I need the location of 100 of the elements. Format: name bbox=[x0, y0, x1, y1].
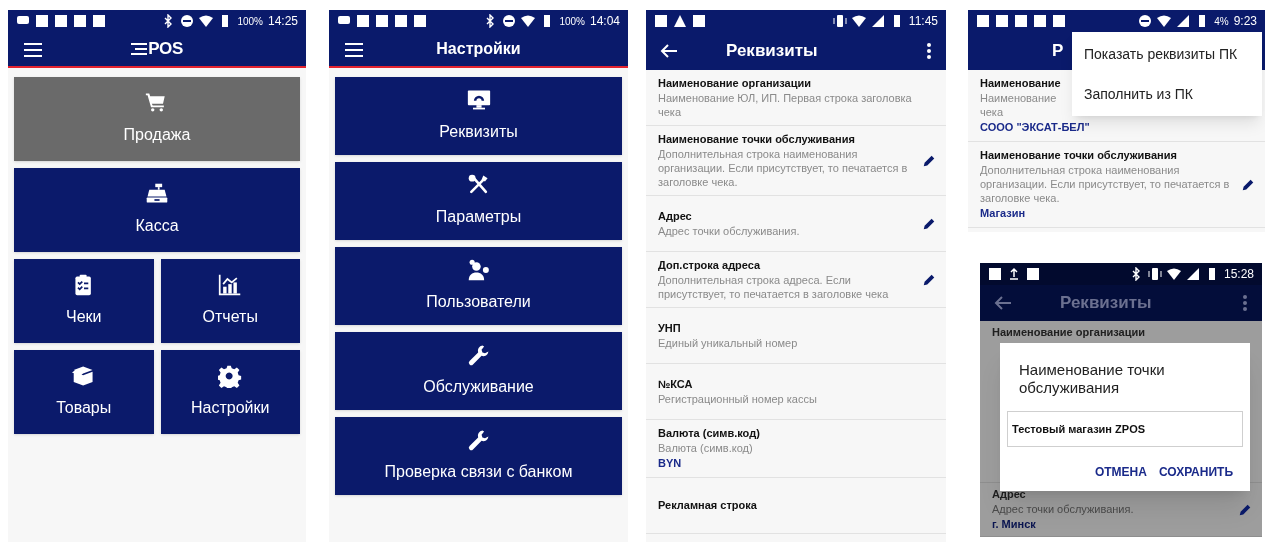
clock-time: 9:23 bbox=[1233, 13, 1257, 30]
notification-icon bbox=[73, 14, 87, 28]
person-gears-icon bbox=[466, 258, 491, 282]
clock-time: 11:45 bbox=[908, 13, 938, 30]
battery-percent: 4% bbox=[1214, 14, 1229, 29]
settings-row[interactable]: №КСА Регистрационный номер кассы bbox=[646, 364, 946, 420]
vibrate-icon bbox=[832, 14, 847, 28]
notification-icon bbox=[35, 14, 49, 28]
notification-icon bbox=[692, 14, 706, 28]
field-title: Рекламная строка bbox=[658, 498, 757, 513]
wrench-icon bbox=[466, 428, 491, 452]
screen-title: Настройки bbox=[436, 39, 521, 59]
field-description: чека bbox=[980, 105, 1004, 119]
dialog-button[interactable]: СОХРАНИТЬ bbox=[1158, 463, 1233, 481]
wrench-icon bbox=[466, 343, 491, 367]
open-box-icon bbox=[71, 364, 96, 388]
clock-time: 14:04 bbox=[589, 13, 620, 30]
settings-row[interactable]: Наименование точки обслуживания Дополнительная строка наименования организации. Если присутствует, то печатается в заголовке чека. Магазин bbox=[968, 142, 1265, 228]
field-description: Дополнительная строка адреса. Если присутствует, то печатается в заголовке чека bbox=[658, 273, 890, 301]
notification-icon bbox=[995, 14, 1009, 28]
gear-icon bbox=[218, 364, 243, 388]
field-description: Адрес точки обслуживания. bbox=[992, 502, 1134, 516]
pencil-icon[interactable] bbox=[1241, 177, 1255, 192]
menu-tile[interactable]: Обслуживание bbox=[335, 332, 622, 410]
clock-time: 15:28 bbox=[1223, 266, 1254, 283]
notification-icon bbox=[356, 14, 370, 28]
notification-icon bbox=[988, 267, 1002, 281]
dialog-title: Наименование точки обслуживания bbox=[1018, 361, 1166, 397]
field-description: Единый уникальный номер bbox=[658, 336, 798, 350]
field-title: Доп.строка адреса bbox=[658, 258, 761, 273]
settings-row[interactable]: УНП Единый уникальный номер bbox=[646, 308, 946, 364]
settings-row[interactable]: Доп.строка адреса Дополнительная строка адреса. Если присутствует, то печатается в заголовке чека bbox=[646, 252, 946, 308]
field-value: СООО "ЭКСАТ-БЕЛ" bbox=[980, 120, 1090, 135]
notification-icon bbox=[1026, 267, 1040, 281]
menu-tile[interactable]: Проверка связи с банком bbox=[335, 417, 622, 495]
menu-tile[interactable]: Продажа bbox=[14, 77, 300, 161]
settings-row[interactable]: Адрес Адрес точки обслуживания. bbox=[646, 196, 946, 252]
field-description: Адрес точки обслуживания. bbox=[658, 224, 800, 238]
wifi-icon bbox=[851, 14, 866, 28]
field-description: Наименование ЮЛ, ИП. Первая строка заголовка чека bbox=[658, 91, 913, 119]
field-title: Наименование точки обслуживания bbox=[658, 132, 855, 147]
screen-title: Р bbox=[1052, 40, 1064, 63]
do-not-disturb-icon bbox=[1138, 14, 1153, 28]
back-arrow-icon[interactable] bbox=[660, 42, 678, 60]
pencil-icon[interactable] bbox=[922, 216, 936, 231]
notification-icon bbox=[654, 14, 668, 28]
field-title: Наименование организации bbox=[658, 76, 812, 91]
field-title: Валюта (симв.код) bbox=[658, 426, 760, 441]
settings-row[interactable]: Рекламная строка bbox=[646, 478, 946, 534]
field-title: Адрес bbox=[992, 487, 1026, 502]
wifi-icon bbox=[1157, 14, 1172, 28]
bar-chart-icon bbox=[218, 273, 243, 297]
field-description: Валюта (симв.код) bbox=[658, 441, 753, 455]
menu-tile[interactable]: Чеки bbox=[14, 259, 154, 343]
notification-icon bbox=[54, 14, 68, 28]
signal-icon bbox=[1185, 267, 1200, 281]
dialog-button[interactable]: ОТМЕНА bbox=[1094, 463, 1147, 481]
menu-tile[interactable]: Параметры bbox=[335, 162, 622, 240]
settings-row[interactable]: Наименование организации Наименование ЮЛ, ИП. Первая строка заголовка чека bbox=[646, 70, 946, 126]
pencil-icon[interactable] bbox=[922, 272, 936, 287]
text-input-field[interactable]: Тестовый магазин ZPOS bbox=[1007, 411, 1243, 447]
menu-tile[interactable]: Касса bbox=[14, 168, 300, 252]
warning-icon bbox=[673, 14, 687, 28]
settings-row[interactable]: Валюта (симв.код) Валюта (симв.код) BYN bbox=[646, 420, 946, 478]
menu-tile[interactable]: Реквизиты bbox=[335, 77, 622, 155]
menu-tile[interactable]: Отчеты bbox=[160, 259, 300, 343]
menu-tile[interactable]: Пользователи bbox=[335, 247, 622, 325]
upload-icon bbox=[1007, 267, 1021, 281]
pencil-icon[interactable] bbox=[922, 153, 936, 168]
menu-tile[interactable]: Товары bbox=[14, 350, 154, 434]
notification-icon bbox=[394, 14, 408, 28]
menu-icon[interactable] bbox=[345, 42, 363, 58]
more-options-icon[interactable] bbox=[926, 42, 932, 60]
notification-icon bbox=[375, 14, 389, 28]
menu-tile[interactable]: Настройки bbox=[160, 350, 300, 434]
notification-icon bbox=[1052, 14, 1066, 28]
signal-icon bbox=[1176, 14, 1191, 28]
do-not-disturb-icon bbox=[502, 14, 517, 28]
notification-icon bbox=[976, 14, 990, 28]
wifi-icon bbox=[1166, 267, 1181, 281]
signal-icon bbox=[870, 14, 885, 28]
settings-row[interactable]: Наименование точки обслуживания Дополнительная строка наименования организации. Если присутствует, то печатается в заголовке чека. bbox=[646, 126, 946, 196]
wifi-icon bbox=[521, 14, 536, 28]
logo-icon bbox=[131, 43, 148, 55]
clock-time: 14:25 bbox=[267, 13, 298, 30]
menu-item[interactable]: Показать реквизиты ПК bbox=[1072, 34, 1262, 74]
screen-title: Реквизиты bbox=[1060, 292, 1153, 315]
monitor-gear-icon bbox=[466, 88, 491, 112]
notification-icon bbox=[92, 14, 106, 28]
field-title: Адрес bbox=[658, 209, 692, 224]
menu-item[interactable]: Заполнить из ПК bbox=[1072, 74, 1262, 114]
notification-icon bbox=[1033, 14, 1047, 28]
field-value: BYN bbox=[658, 456, 682, 471]
field-value: Магазин bbox=[980, 206, 1026, 221]
battery-percent: 100% bbox=[559, 14, 585, 29]
notification-icon bbox=[413, 14, 427, 28]
menu-icon[interactable] bbox=[24, 42, 42, 58]
field-value: г. Минск bbox=[992, 517, 1036, 532]
battery-percent: 100% bbox=[237, 14, 263, 29]
field-description: Регистрационный номер кассы bbox=[658, 392, 817, 406]
